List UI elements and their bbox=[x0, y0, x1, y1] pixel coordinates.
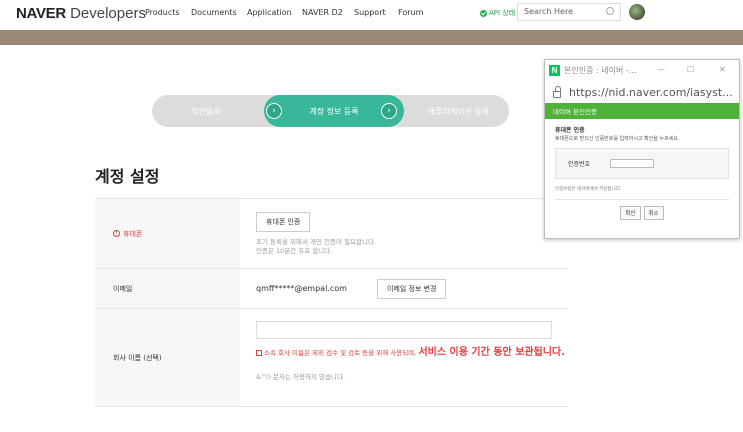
company-value-cell: 소속 회사 이름은 제휴 검수 및 검토 등을 위해 사용되며, 서비스 이용 … bbox=[240, 309, 568, 406]
popup-header-label: 네이버 본인인증 bbox=[553, 108, 597, 116]
popup-title: 본인인증 : 네이버 -... bbox=[564, 66, 637, 75]
code-label: 인증번호 bbox=[568, 161, 591, 168]
company-warning: 소속 회사 이름은 제휴 검수 및 검토 등을 위해 사용되며, 서비스 이용 … bbox=[256, 347, 568, 359]
lock-icon bbox=[553, 85, 561, 98]
email-label: 이메일 bbox=[95, 269, 240, 308]
popup-body-desc: 휴대폰으로 받으신 인증번호를 입력하시고 확인을 누르세요. bbox=[555, 136, 680, 142]
maximize-icon[interactable]: ☐ bbox=[687, 65, 694, 74]
popup-url: https://nid.naver.com/iasyst... bbox=[569, 85, 733, 99]
nav-application[interactable]: Application bbox=[247, 8, 292, 17]
company-warning-small: 소속 회사 이름은 제휴 검수 및 검토 등을 위해 사용되며, bbox=[264, 349, 417, 357]
naver-developers-logo[interactable]: NAVER Developers bbox=[16, 4, 146, 22]
api-status-label: API 상태 bbox=[489, 9, 516, 17]
popup-titlebar: N 본인인증 : 네이버 -... — ☐ ✕ bbox=[545, 60, 739, 81]
popup-body: 휴대폰 인증 휴대폰으로 받으신 인증번호를 입력하시고 확인을 누르세요. 인… bbox=[545, 119, 739, 220]
nav-naver-d2[interactable]: NAVER D2 bbox=[302, 8, 343, 17]
chevron-right-icon: › bbox=[381, 103, 397, 119]
phone-value-cell: 휴대폰 인증 초기 등록을 위해서 개인 인증이 필요합니다. 인증은 10분간… bbox=[240, 199, 568, 268]
form-row-email: 이메일 qmff*****@empal.com 이메일 정보 변경 bbox=[95, 269, 568, 309]
header-banner-band bbox=[0, 30, 743, 45]
company-label: 회사 이름 (선택) bbox=[95, 309, 240, 406]
check-circle-icon bbox=[480, 9, 487, 17]
step-app-register-label: 애플리케이션 등록 bbox=[427, 106, 490, 116]
agree-checkbox[interactable] bbox=[256, 350, 262, 356]
phone-hint-2: 인증은 10분간 유효 합니다. bbox=[256, 247, 333, 255]
form-row-phone: ! 휴대폰 휴대폰 인증 초기 등록을 위해서 개인 인증이 필요합니다. 인증… bbox=[95, 199, 568, 269]
required-icon: ! bbox=[113, 230, 120, 237]
naver-logo-icon: N bbox=[549, 65, 560, 76]
search-placeholder: Search Here bbox=[524, 7, 573, 16]
cancel-button[interactable]: 취소 bbox=[643, 206, 664, 220]
minimize-icon[interactable]: — bbox=[657, 65, 665, 74]
phone-label: 휴대폰 bbox=[123, 229, 143, 238]
company-warning-big: 서비스 이용 기간 동안 보관됩니다. bbox=[418, 347, 565, 358]
email-value: qmff*****@empal.com bbox=[256, 284, 347, 293]
close-icon[interactable]: ✕ bbox=[719, 65, 726, 74]
popup-buttons: 확인 취소 bbox=[555, 206, 729, 220]
logo-light: Developers bbox=[65, 5, 146, 22]
nav-products[interactable]: Products bbox=[145, 8, 180, 17]
nav-forum[interactable]: Forum bbox=[398, 8, 423, 17]
logo-bold: NAVER bbox=[16, 5, 66, 22]
step-terms-label: 약관동의 bbox=[191, 106, 221, 116]
page-title: 계정 설정 bbox=[95, 167, 160, 186]
popup-header-bar: 네이버 본인인증 bbox=[545, 103, 739, 119]
form-row-company: 회사 이름 (선택) 소속 회사 이름은 제휴 검수 및 검토 등을 위해 사용… bbox=[95, 309, 568, 407]
account-form: ! 휴대폰 휴대폰 인증 초기 등록을 위해서 개인 인증이 필요합니다. 인증… bbox=[95, 198, 568, 407]
code-input[interactable] bbox=[610, 159, 655, 168]
top-header: NAVER Developers Products Documents Appl… bbox=[0, 0, 743, 30]
phone-hint-1: 초기 등록을 위해서 개인 인증이 필요합니다. bbox=[256, 238, 377, 246]
step-account-info-label: 계정 정보 등록 bbox=[309, 106, 359, 116]
avatar[interactable] bbox=[629, 4, 645, 20]
code-entry-box: 인증번호 bbox=[555, 148, 729, 179]
phone-label-cell: ! 휴대폰 bbox=[95, 199, 240, 268]
nav-documents[interactable]: Documents bbox=[191, 8, 237, 17]
email-value-cell: qmff*****@empal.com 이메일 정보 변경 bbox=[240, 269, 568, 308]
phone-verify-button[interactable]: 휴대폰 인증 bbox=[256, 212, 311, 232]
chevron-right-icon: › bbox=[266, 103, 282, 119]
api-status-link[interactable]: API 상태 bbox=[480, 8, 515, 18]
nav-support[interactable]: Support bbox=[354, 8, 386, 17]
popup-address-bar: https://nid.naver.com/iasyst... bbox=[545, 81, 739, 103]
search-input[interactable]: Search Here bbox=[517, 3, 621, 21]
confirm-button[interactable]: 확인 bbox=[620, 206, 641, 220]
company-name-input[interactable] bbox=[256, 321, 552, 339]
company-hint: &"'() 문자는 허용하지 않습니다. bbox=[256, 373, 345, 381]
popup-note: 인증비용은 네이버에서 부담합니다. bbox=[555, 186, 729, 200]
popup-body-title: 휴대폰 인증 bbox=[555, 127, 585, 134]
signup-steps: 약관동의 애플리케이션 등록 계정 정보 등록 › › bbox=[152, 95, 509, 127]
search-icon[interactable] bbox=[606, 7, 614, 15]
email-change-button[interactable]: 이메일 정보 변경 bbox=[376, 278, 447, 299]
verification-popup-window: N 본인인증 : 네이버 -... — ☐ ✕ https://nid.nave… bbox=[544, 59, 740, 239]
